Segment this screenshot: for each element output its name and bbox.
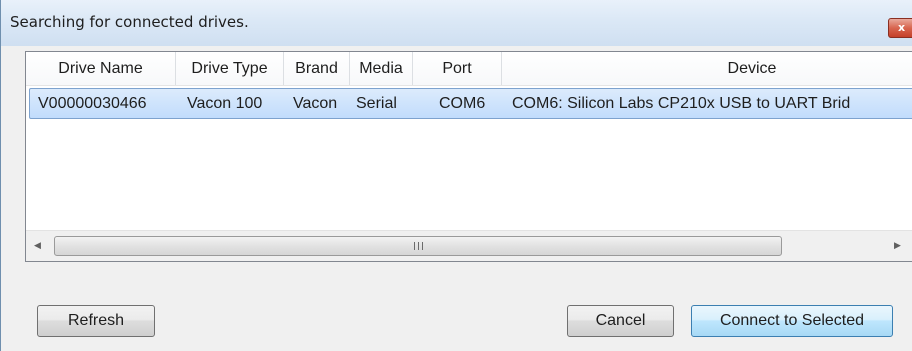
cell-drive-type: Vacon 100 <box>187 95 263 112</box>
column-header-drive-name[interactable]: Drive Name <box>26 52 176 85</box>
table-row[interactable]: V00000030466 Vacon 100 Vacon Serial COM6… <box>29 88 912 119</box>
column-header-device[interactable]: Device <box>502 52 912 85</box>
cell-device: COM6: Silicon Labs CP210x USB to UART Br… <box>512 95 851 112</box>
refresh-button[interactable]: Refresh <box>37 305 155 337</box>
column-header-brand[interactable]: Brand <box>284 52 350 85</box>
close-button[interactable]: x <box>888 18 912 38</box>
window-title: Searching for connected drives. <box>10 13 249 31</box>
cell-media: Serial <box>356 95 397 112</box>
cell-port: COM6 <box>439 95 486 112</box>
cell-drive-name: V00000030466 <box>38 95 147 112</box>
dialog-window: Searching for connected drives. x Drive … <box>0 0 912 351</box>
scrollbar-thumb[interactable] <box>54 236 782 256</box>
connect-to-selected-button[interactable]: Connect to Selected <box>691 305 893 337</box>
cell-brand: Vacon <box>293 95 338 112</box>
horizontal-scrollbar[interactable]: ◀ ▶ <box>26 230 912 261</box>
scroll-right-arrow-icon[interactable]: ▶ <box>894 240 901 251</box>
window-bottom-edge <box>1 346 912 351</box>
scroll-left-arrow-icon[interactable]: ◀ <box>34 240 41 251</box>
column-header-row: Drive Name Drive Type Brand Media Port D… <box>26 52 912 86</box>
close-icon: x <box>898 21 906 34</box>
column-header-port[interactable]: Port <box>413 52 502 85</box>
drives-list[interactable]: Drive Name Drive Type Brand Media Port D… <box>25 51 912 262</box>
column-header-drive-type[interactable]: Drive Type <box>176 52 284 85</box>
title-bar: Searching for connected drives. x <box>1 0 912 46</box>
cancel-button[interactable]: Cancel <box>567 305 674 337</box>
column-header-media[interactable]: Media <box>350 52 413 85</box>
scrollbar-grip-icon <box>414 242 423 250</box>
